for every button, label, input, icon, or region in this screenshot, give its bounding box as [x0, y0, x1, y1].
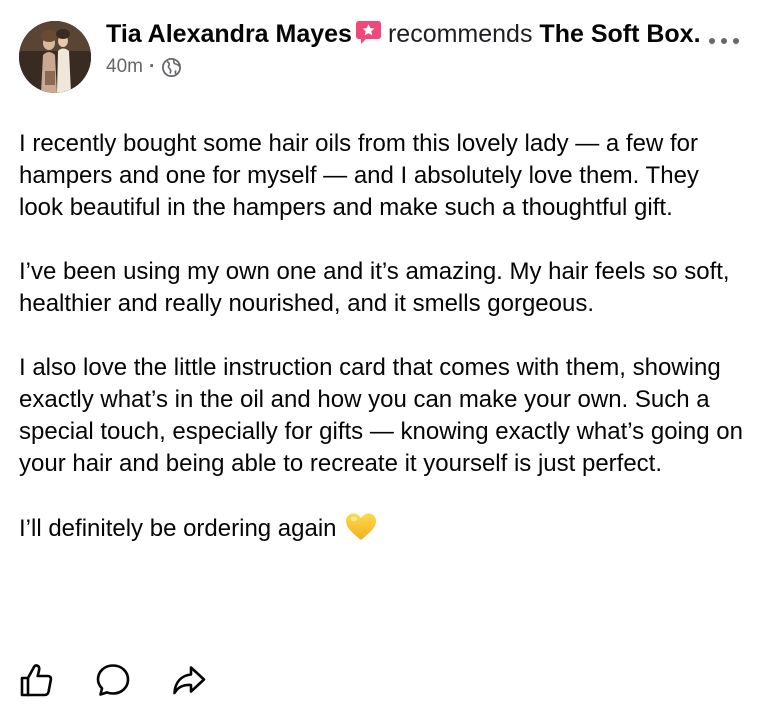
more-dots-icon[interactable]: [706, 30, 742, 50]
timestamp[interactable]: 40m: [106, 56, 143, 78]
meta-separator: ·: [148, 56, 156, 77]
post-meta: 40m ·: [106, 56, 706, 78]
action-text: recommends: [387, 20, 533, 48]
post-paragraph: I recently bought some hair oils from th…: [19, 130, 699, 221]
post-header: Tia Alexandra Mayes recommends The Soft B…: [106, 16, 706, 78]
facebook-post: Tia Alexandra Mayes recommends The Soft B…: [0, 0, 760, 712]
yellow-heart-icon: [345, 512, 377, 542]
closing-text: I’ll definitely be ordering again: [19, 515, 337, 542]
avatar[interactable]: [19, 21, 91, 93]
share-arrow-icon[interactable]: [171, 662, 207, 698]
post-paragraph: I also love the little instruction card …: [19, 354, 743, 477]
post-actions: [19, 660, 247, 700]
post-closing: I’ll definitely be ordering again: [19, 512, 747, 545]
avatar-photo: [19, 21, 91, 93]
header-line: Tia Alexandra Mayes recommends The Soft B…: [106, 16, 706, 52]
globe-icon[interactable]: [161, 57, 182, 78]
comment-bubble-icon[interactable]: [95, 662, 131, 698]
author-name[interactable]: Tia Alexandra Mayes: [106, 20, 352, 48]
thumbs-up-icon[interactable]: [19, 662, 55, 698]
page-name[interactable]: The Soft Box.: [539, 20, 700, 48]
post-body: I recently bought some hair oils from th…: [19, 128, 747, 545]
recommend-star-icon: [355, 19, 382, 44]
post-paragraph: I’ve been using my own one and it’s amaz…: [19, 258, 730, 317]
